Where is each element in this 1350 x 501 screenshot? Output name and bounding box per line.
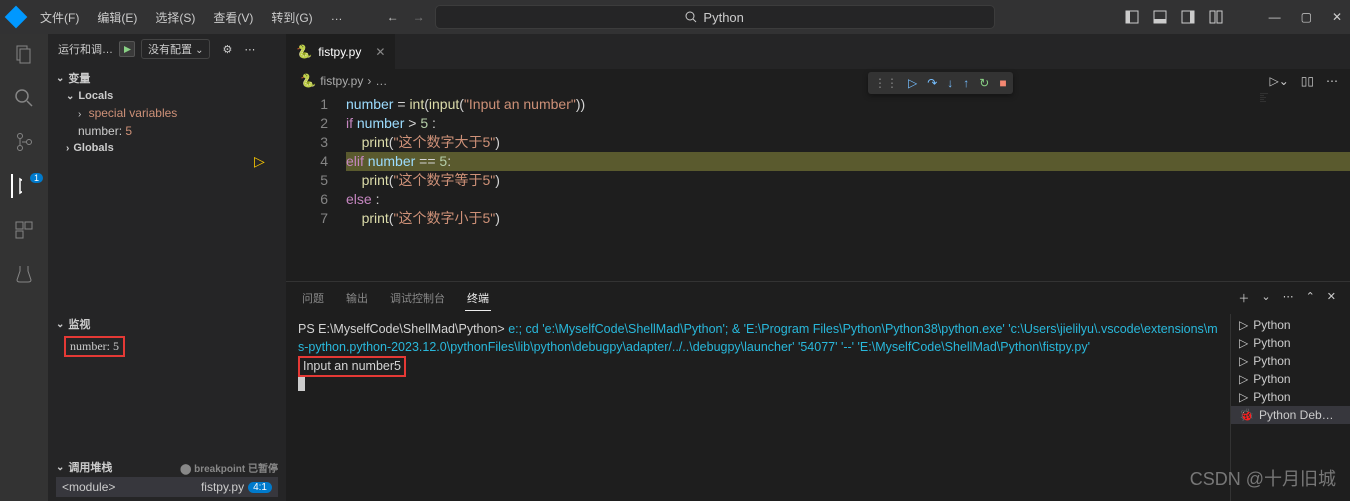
continue-icon[interactable]: ▷ (908, 76, 917, 90)
command-center[interactable]: Python (435, 5, 995, 29)
editor-tab[interactable]: 🐍 fistpy.py ✕ (286, 34, 396, 69)
panel-maximize-icon[interactable]: ⌃ (1306, 290, 1315, 306)
activity-extensions-icon[interactable] (12, 218, 36, 242)
editor-area: ⋮⋮ ▷ ↷ ↓ ↑ ↻ ■ 🐍 fistpy.py ✕ ▷⌄ ▯▯ ⋯ 🐍 f… (286, 34, 1350, 501)
menu-edit[interactable]: 编辑(E) (89, 5, 145, 30)
python-file-icon: 🐍 (300, 73, 316, 89)
step-over-icon[interactable]: ↷ (927, 76, 937, 90)
debug-badge: 1 (30, 173, 43, 183)
terminal-item[interactable]: ▷Python (1231, 352, 1350, 370)
callstack-frame[interactable]: <module> fistpy.py 4:1 (56, 477, 278, 497)
activity-run-debug-icon[interactable]: 1 (11, 174, 35, 198)
activity-search-icon[interactable] (12, 86, 36, 110)
execution-pointer-icon: ▷ (254, 152, 265, 171)
split-editor-icon[interactable]: ▯▯ (1301, 74, 1314, 88)
scope-locals[interactable]: ⌄Locals (56, 88, 278, 104)
panel-tab-terminal[interactable]: 终端 (465, 286, 491, 311)
start-debug-button[interactable] (119, 41, 135, 57)
nav-fwd-icon[interactable]: → (413, 10, 425, 24)
maximize-icon[interactable]: ▢ (1301, 10, 1312, 24)
run-dropdown-icon[interactable]: ▷⌄ (1269, 74, 1288, 88)
terminal-item[interactable]: ▷Python (1231, 316, 1350, 334)
python-file-icon: 🐍 (296, 44, 312, 60)
activity-scm-icon[interactable] (12, 130, 36, 154)
panel-tab-debug-console[interactable]: 调试控制台 (388, 286, 447, 310)
cursor (298, 377, 305, 391)
line-number: 7 (286, 209, 328, 228)
menu-select[interactable]: 选择(S) (147, 5, 203, 30)
tab-close-icon[interactable]: ✕ (375, 45, 385, 59)
menu-goto[interactable]: 转到(G) (263, 5, 320, 30)
title-right: — ▢ ✕ (1125, 10, 1342, 24)
layout-left-icon[interactable] (1125, 10, 1139, 24)
scope-globals[interactable]: › Globals (56, 140, 278, 156)
terminal-item[interactable]: ▷Python (1231, 370, 1350, 388)
minimize-icon[interactable]: — (1269, 10, 1281, 24)
terminal-item[interactable]: ▷Python (1231, 334, 1350, 352)
drag-handle-icon[interactable]: ⋮⋮ (874, 76, 898, 90)
panel-close-icon[interactable]: ✕ (1327, 290, 1336, 306)
new-terminal-icon[interactable]: ＋ (1238, 290, 1249, 306)
debug-toolbar: ⋮⋮ ▷ ↷ ↓ ↑ ↻ ■ (868, 72, 1013, 94)
breadcrumb[interactable]: 🐍 fistpy.py › … (286, 69, 1350, 93)
restart-icon[interactable]: ↻ (979, 76, 989, 90)
panel-tab-problems[interactable]: 问题 (300, 286, 326, 310)
layout-grid-icon[interactable] (1209, 10, 1223, 24)
run-debug-label: 运行和调… (58, 41, 113, 57)
watch-item[interactable]: number: 5 (70, 339, 119, 353)
layout-right-icon[interactable] (1181, 10, 1195, 24)
line-number: 5 (286, 171, 328, 190)
close-icon[interactable]: ✕ (1332, 10, 1342, 24)
debug-config-select[interactable]: 没有配置 ⌄ (141, 39, 210, 59)
menu-view[interactable]: 查看(V) (205, 5, 261, 30)
bug-icon: 🐞 (1239, 408, 1254, 422)
nav-arrows: ← → (387, 10, 425, 24)
menu-bar: 文件(F) 编辑(E) 选择(S) 查看(V) 转到(G) … (32, 5, 351, 30)
terminal-session-icon: ▷ (1239, 390, 1248, 404)
search-text: Python (703, 10, 743, 25)
menu-file[interactable]: 文件(F) (32, 5, 87, 30)
line-number: 2 (286, 114, 328, 133)
var-number[interactable]: number: 5 (56, 122, 278, 140)
stop-icon[interactable]: ■ (999, 76, 1006, 90)
line-number: 1 (286, 95, 328, 114)
gear-icon[interactable]: ⚙ (222, 43, 232, 56)
terminal-session-icon: ▷ (1239, 372, 1248, 386)
line-number: 3 (286, 133, 328, 152)
terminal-dropdown-icon[interactable]: ⌄ (1261, 290, 1270, 306)
terminal[interactable]: PS E:\MyselfCode\ShellMad\Python> e:; cd… (286, 314, 1230, 501)
terminal-session-icon: ▷ (1239, 318, 1248, 332)
terminal-item[interactable]: ▷Python (1231, 388, 1350, 406)
terminal-input-line: Input an number5 (303, 359, 401, 373)
layout-bottom-icon[interactable] (1153, 10, 1167, 24)
terminal-session-icon: ▷ (1239, 336, 1248, 350)
var-special[interactable]: › special variables (56, 104, 278, 122)
code-editor[interactable]: 1 2 3 ▷4 5 6 7 number = int(input("Input… (286, 93, 1350, 281)
debug-sidebar: 运行和调… 没有配置 ⌄ ⚙ ⋯ ⌄变量 ⌄Locals › special v… (48, 34, 286, 501)
minimap[interactable]: ▬▬▬▬▬▬▬▬▬▬▬▬▬▬ (1260, 93, 1350, 193)
section-variables[interactable]: ⌄变量 (56, 68, 278, 88)
editor-more-icon[interactable]: ⋯ (1326, 74, 1338, 88)
watermark: CSDN @十月旧城 (1190, 465, 1336, 491)
panel-tab-output[interactable]: 输出 (344, 286, 370, 310)
section-callstack[interactable]: ⌄调用堆栈⬤ breakpoint 已暂停 (56, 457, 278, 477)
activity-testing-icon[interactable] (12, 262, 36, 286)
panel-more-icon[interactable]: ⋯ (1283, 290, 1294, 306)
line-number: 4 (320, 153, 328, 169)
search-icon (685, 11, 697, 23)
line-number: 6 (286, 190, 328, 209)
step-into-icon[interactable]: ↓ (947, 76, 953, 90)
activity-explorer-icon[interactable] (12, 42, 36, 66)
more-icon[interactable]: ⋯ (244, 43, 255, 56)
activity-bar: 1 (0, 34, 48, 501)
section-watch[interactable]: ⌄监视 (56, 314, 278, 334)
nav-back-icon[interactable]: ← (387, 10, 399, 24)
title-bar: 文件(F) 编辑(E) 选择(S) 查看(V) 转到(G) … ← → Pyth… (0, 0, 1350, 34)
vscode-logo-icon (5, 6, 28, 29)
terminal-session-icon: ▷ (1239, 354, 1248, 368)
terminal-item[interactable]: 🐞Python Deb… (1231, 406, 1350, 424)
step-out-icon[interactable]: ↑ (963, 76, 969, 90)
menu-more[interactable]: … (323, 5, 351, 30)
